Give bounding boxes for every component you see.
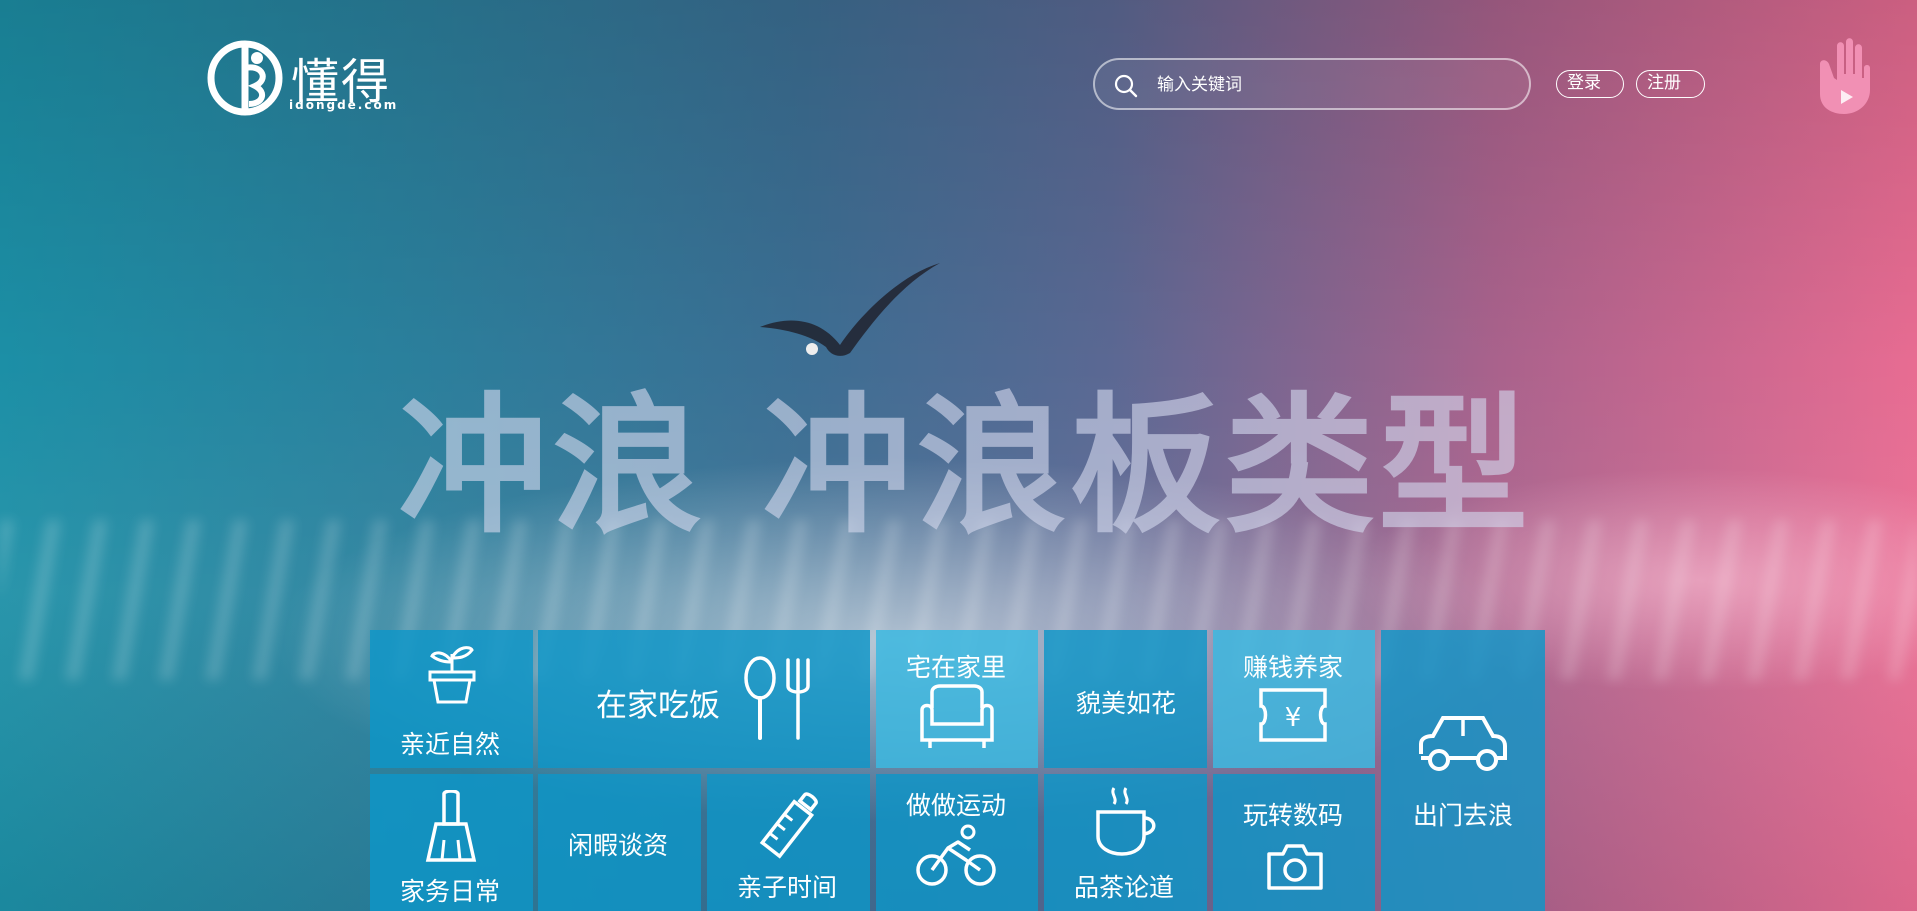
utensils-icon [744,656,810,740]
category-chores[interactable]: 家务日常 [370,774,533,911]
category-cooking[interactable]: 在家吃饭 [538,630,870,768]
logo-mark-icon [207,40,283,116]
search-input[interactable] [1155,70,1519,100]
category-parenting[interactable]: 亲子时间 [707,774,870,911]
plant-icon [428,646,476,704]
armchair-icon [920,684,994,748]
login-button[interactable]: 登录 [1556,70,1624,98]
coupon-yen-icon: ¥ [1259,688,1327,742]
category-label: 亲近自然 [400,730,501,759]
category-label: 玩转数码 [1243,801,1344,830]
category-nature[interactable]: 亲近自然 [370,630,533,768]
category-label: 做做运动 [906,791,1007,820]
category-tea[interactable]: 品茶论道 [1044,774,1207,911]
teacup-icon [1096,787,1156,856]
category-label: 赚钱养家 [1243,653,1344,682]
category-label: 出门去浪 [1413,801,1514,830]
search-box[interactable] [1093,58,1531,110]
category-label: 家务日常 [400,877,501,906]
category-earn[interactable]: 赚钱养家 ¥ [1213,630,1375,768]
category-label: 亲子时间 [737,873,838,902]
category-outing[interactable]: 出门去浪 [1381,630,1545,911]
category-digital[interactable]: 玩转数码 [1213,774,1375,911]
search-icon[interactable] [1113,73,1139,99]
category-leisure[interactable]: 闲暇谈资 [538,774,701,911]
category-label: 貌美如花 [1076,689,1177,718]
register-button[interactable]: 注册 [1636,70,1705,98]
car-icon [1419,716,1507,771]
site-logo[interactable]: 懂得 idongde.com [205,34,405,118]
category-beauty[interactable]: 貌美如花 [1044,630,1207,768]
camera-icon [1267,844,1323,890]
category-label: 闲暇谈资 [568,831,669,860]
broom-icon [425,790,477,862]
bicycle-icon [916,824,996,886]
baby-bottle-icon [759,792,818,859]
logo-domain: idongde.com [289,98,399,112]
hero-headline: 冲浪 冲浪板类型 [398,380,1533,554]
category-sports[interactable]: 做做运动 [876,774,1038,911]
svg-text:¥: ¥ [1285,703,1302,733]
hand-play-icon[interactable] [1812,34,1874,116]
category-label: 宅在家里 [906,653,1007,682]
category-label: 在家吃饭 [596,688,720,724]
category-label: 品茶论道 [1074,873,1175,902]
category-home[interactable]: 宅在家里 [876,630,1038,768]
